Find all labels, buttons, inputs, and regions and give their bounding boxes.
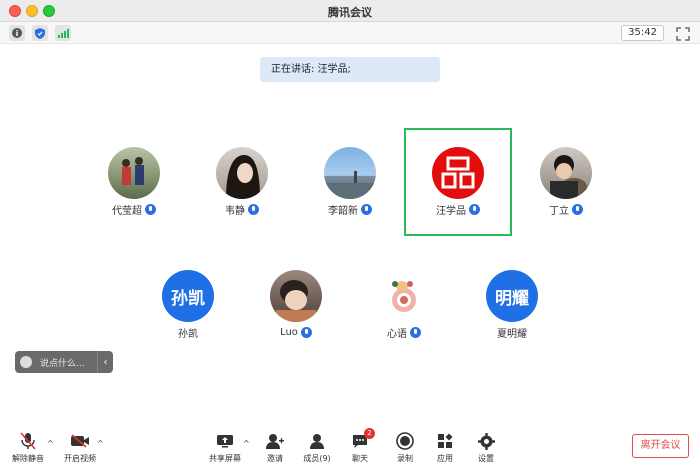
participant-name: 汪学品	[436, 205, 466, 217]
chat-label: 聊天	[352, 454, 368, 463]
apps-label: 应用	[437, 454, 453, 463]
participant-tile[interactable]: 心语	[356, 270, 452, 340]
unmute-label: 解除静音	[12, 454, 44, 463]
mic-icon	[300, 326, 312, 338]
title-bar: 腾讯会议	[0, 0, 700, 22]
mic-icon	[248, 203, 259, 215]
signal-strength-icon[interactable]	[55, 25, 71, 41]
participant-name: 孙凯	[178, 328, 198, 340]
security-shield-icon[interactable]	[32, 25, 48, 41]
participant-tile[interactable]: 韦静	[194, 147, 290, 217]
mic-icon	[572, 203, 583, 215]
participant-name: 韦静	[225, 205, 245, 217]
participant-tile-active[interactable]: 汪学品	[410, 147, 506, 217]
share-screen-icon	[203, 432, 247, 450]
participant-name: Luo	[280, 326, 298, 338]
participant-name: 代莹超	[112, 205, 142, 217]
meeting-toolbar: 35:42	[0, 22, 700, 44]
chat-input[interactable]: 说点什么... ‹	[15, 351, 113, 373]
avatar: 孙凯	[162, 270, 214, 322]
leave-meeting-button[interactable]: 离开会议	[632, 434, 689, 458]
participant-tile[interactable]: 明耀 夏明耀	[464, 270, 560, 340]
share-screen-label: 共享屏幕	[209, 454, 241, 463]
mic-options-caret-icon[interactable]: ^	[47, 439, 54, 448]
settings-button[interactable]: 设置	[464, 432, 508, 464]
start-video-button[interactable]: 开启视频	[58, 432, 102, 464]
chat-button[interactable]: 2 聊天	[338, 428, 382, 464]
video-off-icon	[58, 432, 102, 450]
muted-mic-icon	[6, 432, 50, 450]
bottom-control-bar: 解除静音 ^ 开启视频 ^ 共享屏幕 ^ 邀请 成员(9) 2 聊天 录制 应用…	[0, 424, 700, 466]
record-label: 录制	[397, 454, 413, 463]
share-options-caret-icon[interactable]: ^	[243, 439, 250, 448]
fullscreen-icon[interactable]	[676, 26, 690, 41]
avatar	[432, 147, 484, 199]
participant-name: 丁立	[549, 205, 569, 217]
avatar	[540, 147, 592, 199]
participant-tile[interactable]: 代莹超	[86, 147, 182, 217]
add-person-icon	[253, 432, 297, 450]
invite-label: 邀请	[267, 454, 283, 463]
avatar	[378, 270, 430, 322]
participant-tile[interactable]: 李韶新	[302, 147, 398, 217]
mic-icon	[145, 203, 156, 215]
emoji-icon[interactable]	[20, 356, 32, 368]
apps-grid-icon	[423, 432, 467, 450]
record-button[interactable]: 录制	[383, 432, 427, 464]
participant-name: 夏明耀	[497, 328, 527, 340]
window-title: 腾讯会议	[328, 6, 372, 19]
collapse-chevron-icon[interactable]: ‹	[97, 351, 113, 373]
participant-tile[interactable]: Luo	[248, 270, 344, 338]
members-icon	[295, 432, 339, 450]
mic-icon	[469, 203, 480, 215]
avatar	[216, 147, 268, 199]
settings-label: 设置	[478, 454, 494, 463]
video-options-caret-icon[interactable]: ^	[97, 439, 104, 448]
unmute-button[interactable]: 解除静音	[6, 432, 50, 464]
invite-button[interactable]: 邀请	[253, 432, 297, 464]
participant-tile[interactable]: 丁立	[518, 147, 614, 217]
members-button[interactable]: 成员(9)	[295, 432, 339, 464]
avatar	[324, 147, 376, 199]
start-video-label: 开启视频	[64, 454, 96, 463]
record-icon	[383, 432, 427, 450]
mic-icon	[410, 326, 421, 338]
chat-bubble-icon: 2	[338, 428, 382, 450]
avatar	[108, 147, 160, 199]
mic-icon	[361, 203, 372, 215]
gear-icon	[464, 432, 508, 450]
meeting-timer: 35:42	[621, 25, 664, 41]
info-icon[interactable]	[9, 25, 25, 41]
participant-name: 心语	[387, 328, 407, 340]
avatar	[270, 270, 322, 322]
share-screen-button[interactable]: 共享屏幕	[203, 432, 247, 464]
avatar: 明耀	[486, 270, 538, 322]
chat-placeholder: 说点什么...	[40, 358, 85, 369]
participant-name: 李韶新	[328, 205, 358, 217]
members-label: 成员(9)	[303, 454, 331, 463]
participant-tile[interactable]: 孙凯 孙凯	[140, 270, 236, 340]
apps-button[interactable]: 应用	[423, 432, 467, 464]
speaking-indicator: 正在讲话: 汪学品;	[260, 57, 440, 82]
unread-badge: 2	[364, 428, 375, 439]
